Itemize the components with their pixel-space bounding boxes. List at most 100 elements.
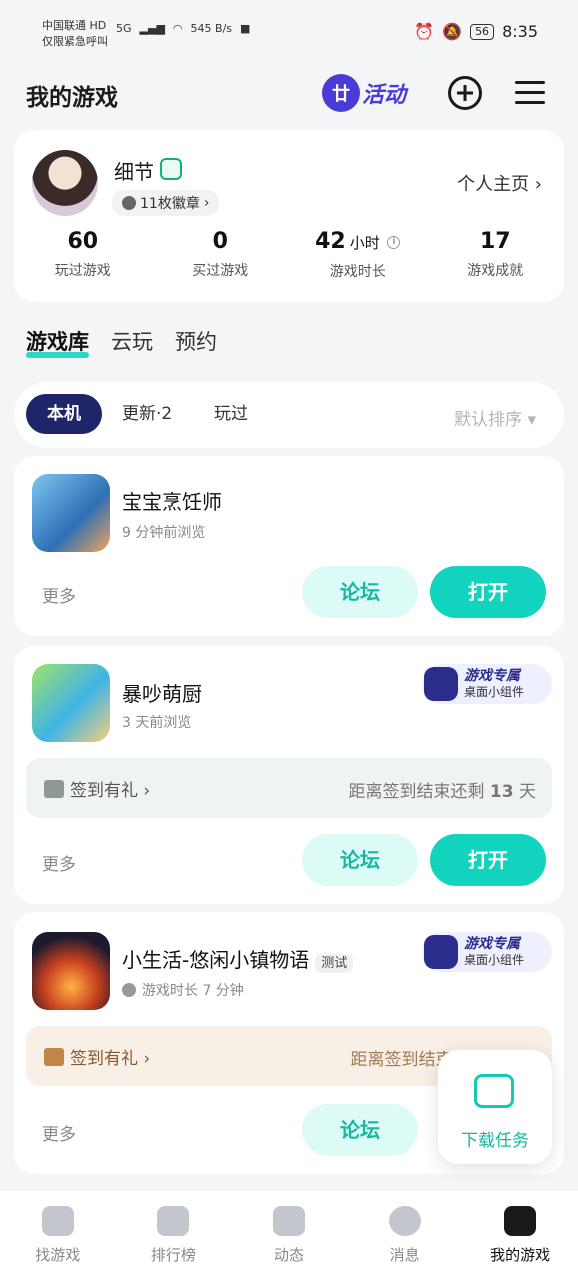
wifi-icon: ◠ bbox=[172, 22, 183, 35]
nav-find-games[interactable]: 找游戏 bbox=[0, 1190, 116, 1280]
stat-label: 玩过游戏 bbox=[54, 263, 111, 279]
page-header: 我的游戏 廿 活动 bbox=[0, 64, 578, 122]
open-button[interactable]: 打开 bbox=[430, 566, 546, 618]
countdown-prefix: 距离签到结束还剩 bbox=[348, 782, 490, 802]
game-icon[interactable] bbox=[32, 474, 110, 552]
nav-rankings[interactable]: 排行榜 bbox=[116, 1190, 232, 1280]
battery-icon: 56 bbox=[470, 23, 495, 40]
gift-icon bbox=[44, 1047, 64, 1066]
info-icon[interactable]: i bbox=[387, 235, 401, 249]
countdown-days: 13 bbox=[489, 782, 514, 802]
clock: 8:35 bbox=[502, 22, 538, 41]
game-name[interactable]: 小生活-悠闲小镇物语 测试 bbox=[122, 944, 354, 973]
page-title: 我的游戏 bbox=[26, 85, 118, 111]
download-label: 下载任务 bbox=[461, 1131, 529, 1151]
tab-cloud-play[interactable]: 云玩 bbox=[111, 326, 153, 360]
signal-bars-icon: ▂▄▆ bbox=[139, 22, 165, 35]
profile-card: 细节 11枚徽章 › 个人主页 › 60 玩过游戏 0 买过游戏 42 小时 i … bbox=[14, 130, 564, 302]
status-right: ⏰ 🔕 56 8:35 bbox=[414, 22, 538, 41]
filter-local[interactable]: 本机 bbox=[26, 394, 102, 434]
gamepad-icon bbox=[504, 1206, 537, 1236]
game-card: 暴吵萌厨 3 天前浏览 游戏专属 桌面小组件 签到有礼 › 距离签到结束还剩 1… bbox=[14, 646, 564, 904]
activity-button[interactable]: 廿 活动 bbox=[322, 72, 422, 114]
status-bar: 中国联通 HD 仅限紧急呼叫 5G ▂▄▆ ◠ 545 B/s ■ ⏰ 🔕 56… bbox=[0, 0, 578, 64]
stat-value: 60 bbox=[67, 229, 99, 254]
stat-unit: 小时 bbox=[349, 234, 380, 252]
more-button[interactable]: 更多 bbox=[42, 582, 76, 607]
nav-my-games[interactable]: 我的游戏 bbox=[462, 1190, 578, 1280]
library-tabs: 游戏库 云玩 预约 bbox=[26, 326, 217, 360]
menu-icon[interactable] bbox=[514, 76, 548, 110]
stat-value: 0 bbox=[212, 229, 228, 254]
activity-logo-icon: 廿 bbox=[322, 74, 360, 112]
medals-button[interactable]: 11枚徽章 › bbox=[112, 190, 220, 216]
nav-label: 找游戏 bbox=[35, 1246, 81, 1264]
game-name[interactable]: 暴吵萌厨 bbox=[122, 678, 202, 707]
nav-feed[interactable]: 动态 bbox=[231, 1190, 347, 1280]
gamer-badge-icon bbox=[160, 158, 182, 180]
network-speed: 545 B/s bbox=[190, 22, 233, 35]
rankings-icon bbox=[157, 1206, 190, 1236]
signin-label: 签到有礼 › bbox=[70, 1049, 151, 1069]
game-icon[interactable] bbox=[32, 932, 110, 1010]
download-tasks-button[interactable]: 下载任务 bbox=[438, 1050, 552, 1164]
stat-playtime[interactable]: 42 小时 i 游戏时长 bbox=[289, 228, 427, 281]
filter-played[interactable]: 玩过 bbox=[214, 394, 248, 434]
stat-achievements[interactable]: 17 游戏成就 bbox=[427, 228, 565, 281]
nav-label: 我的游戏 bbox=[490, 1246, 551, 1264]
tab-game-library[interactable]: 游戏库 bbox=[26, 326, 89, 360]
download-icon bbox=[474, 1074, 514, 1108]
forum-button[interactable]: 论坛 bbox=[302, 1104, 418, 1156]
homepage-link[interactable]: 个人主页 › bbox=[457, 170, 542, 196]
game-icon[interactable] bbox=[32, 664, 110, 742]
gamepad-icon bbox=[424, 935, 458, 969]
stat-played[interactable]: 60 玩过游戏 bbox=[14, 228, 152, 281]
stat-value: 17 bbox=[479, 229, 511, 254]
carrier-info: 中国联通 HD 仅限紧急呼叫 bbox=[42, 18, 108, 50]
add-icon[interactable] bbox=[448, 76, 482, 110]
filter-updates[interactable]: 更新·2 bbox=[122, 394, 172, 434]
playtime-text: 游戏时长 7 分钟 bbox=[142, 983, 244, 999]
find-games-icon bbox=[41, 1206, 74, 1236]
forum-button[interactable]: 论坛 bbox=[302, 566, 418, 618]
countdown-suffix: 天 bbox=[513, 782, 536, 802]
game-name[interactable]: 宝宝烹饪师 bbox=[122, 486, 222, 515]
network-icons: 5G ▂▄▆ ◠ 545 B/s ■ bbox=[116, 22, 250, 35]
widget-subtitle: 桌面小组件 bbox=[464, 953, 525, 967]
stat-label: 游戏成就 bbox=[467, 263, 524, 279]
mute-icon: 🔕 bbox=[442, 22, 463, 41]
gift-icon bbox=[44, 779, 64, 798]
widget-title: 游戏专属 bbox=[464, 668, 520, 684]
activity-label: 活动 bbox=[362, 83, 407, 108]
desktop-widget-button[interactable]: 游戏专属 桌面小组件 bbox=[422, 664, 552, 704]
avatar[interactable] bbox=[32, 150, 98, 216]
medals-count: 11枚徽章 bbox=[140, 196, 200, 212]
beta-tag: 测试 bbox=[315, 954, 354, 973]
gamepad-icon bbox=[424, 667, 458, 701]
filter-bar: 本机 更新·2 玩过 默认排序 ▾ bbox=[14, 382, 564, 448]
nav-label: 消息 bbox=[389, 1246, 420, 1264]
signin-banner[interactable]: 签到有礼 › 距离签到结束还剩 13 天 bbox=[26, 758, 552, 818]
username: 细节 bbox=[114, 160, 154, 184]
tab-reservations[interactable]: 预约 bbox=[175, 326, 217, 360]
signal-icon: 5G bbox=[116, 22, 132, 35]
nav-messages[interactable]: 消息 bbox=[347, 1190, 463, 1280]
desktop-widget-button[interactable]: 游戏专属 桌面小组件 bbox=[422, 932, 552, 972]
medal-icon bbox=[122, 196, 136, 210]
alarm-icon: ⏰ bbox=[414, 22, 435, 41]
stat-value: 42 bbox=[315, 229, 346, 254]
stat-bought[interactable]: 0 买过游戏 bbox=[152, 228, 290, 281]
widget-title: 游戏专属 bbox=[464, 936, 520, 952]
more-button[interactable]: 更多 bbox=[42, 1120, 76, 1145]
signin-countdown: 距离签到结束还剩 13 天 bbox=[349, 777, 536, 802]
forum-button[interactable]: 论坛 bbox=[302, 834, 418, 886]
open-button[interactable]: 打开 bbox=[430, 834, 546, 886]
widget-subtitle: 桌面小组件 bbox=[464, 685, 525, 699]
sort-dropdown[interactable]: 默认排序 ▾ bbox=[454, 405, 536, 430]
emergency-only-text: 仅限紧急呼叫 bbox=[42, 35, 108, 48]
stat-label: 买过游戏 bbox=[192, 263, 249, 279]
stats-row: 60 玩过游戏 0 买过游戏 42 小时 i 游戏时长 17 游戏成就 bbox=[14, 228, 564, 281]
more-button[interactable]: 更多 bbox=[42, 850, 76, 875]
carrier-name: 中国联通 HD bbox=[42, 19, 107, 32]
game-title: 小生活-悠闲小镇物语 bbox=[122, 948, 310, 972]
